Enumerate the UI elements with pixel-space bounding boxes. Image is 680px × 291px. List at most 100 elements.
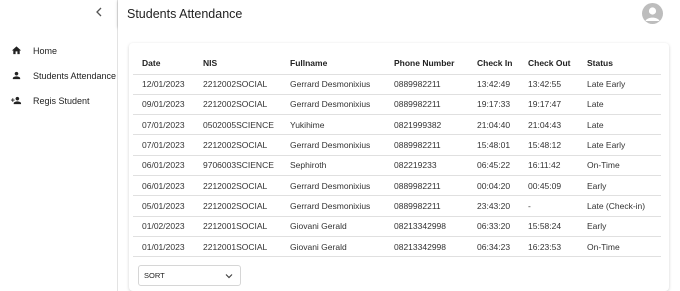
cell-phone-number: 0821999382 <box>385 114 468 136</box>
col-header-status: Status <box>578 53 661 75</box>
cell-status: On-Time <box>578 155 661 176</box>
cell-check-out: 19:17:47 <box>519 94 578 116</box>
cell-date: 07/01/2023 <box>133 134 194 156</box>
cell-fullname: Sephiroth <box>281 155 385 176</box>
table-row: 01/02/2023 2212001SOCIAL Giovani Gerald 082… <box>133 216 661 237</box>
cell-date: 06/01/2023 <box>133 175 194 197</box>
table-row: 06/01/2023 9706003SCIENCE Sephiroth 0822192… <box>133 155 661 176</box>
cell-check-in: 00:04:20 <box>468 175 519 197</box>
col-header-phone-number: Phone Number <box>385 53 468 75</box>
cell-fullname: Gerrard Desmonixius <box>281 195 385 217</box>
sort-select[interactable]: SORT <box>138 265 241 286</box>
table-row: 05/01/2023 2212002SOCIAL Gerrard Desmonixi… <box>133 195 661 217</box>
cell-nis: 0502005SCIENCE <box>194 114 281 136</box>
cell-check-in: 15:48:01 <box>468 134 519 156</box>
attendance-card: Date NIS Fullname Phone Number Check In … <box>129 43 669 291</box>
person-icon <box>9 69 23 83</box>
person-add-icon <box>9 94 23 108</box>
sidebar-item-regis-student[interactable]: Regis Student <box>0 88 117 113</box>
cell-check-in: 06:33:20 <box>468 216 519 237</box>
cell-check-out: 15:48:12 <box>519 134 578 156</box>
col-header-nis: NIS <box>194 53 281 75</box>
cell-fullname: Gerrard Desmonixius <box>281 74 385 95</box>
cell-status: Late (Check-in) <box>578 195 661 217</box>
cell-check-out: 15:58:24 <box>519 216 578 237</box>
cell-status: Late Early <box>578 74 661 95</box>
account-icon <box>645 7 660 21</box>
cell-check-in: 06:34:23 <box>468 236 519 258</box>
table-row: 12/01/2023 2212002SOCIAL Gerrard Desmonixi… <box>133 74 661 95</box>
cell-phone-number: 08213342998 <box>385 216 468 237</box>
table-row: 01/01/2023 2212001SOCIAL Giovani Gerald 082… <box>133 236 661 258</box>
cell-date: 05/01/2023 <box>133 195 194 217</box>
cell-nis: 2212002SOCIAL <box>194 74 281 95</box>
home-icon <box>9 44 23 58</box>
attendance-table: Date NIS Fullname Phone Number Check In … <box>133 53 661 258</box>
cell-date: 07/01/2023 <box>133 114 194 136</box>
cell-check-out: 21:04:43 <box>519 114 578 136</box>
page-title: Students Attendance <box>127 6 243 21</box>
cell-fullname: Gerrard Desmonixius <box>281 175 385 197</box>
avatar[interactable] <box>642 3 663 24</box>
cell-date: 01/01/2023 <box>133 236 194 258</box>
sidebar-item-label: Home <box>33 45 58 56</box>
cell-check-out: 13:42:55 <box>519 74 578 95</box>
cell-date: 12/01/2023 <box>133 74 194 95</box>
table-row: 09/01/2023 2212002SOCIAL Gerrard Desmonixi… <box>133 94 661 116</box>
cell-check-out: 16:11:42 <box>519 155 578 176</box>
cell-status: Early <box>578 216 661 237</box>
cell-nis: 2212002SOCIAL <box>194 94 281 116</box>
cell-check-in: 19:17:33 <box>468 94 519 116</box>
cell-date: 01/02/2023 <box>133 216 194 237</box>
cell-check-in: 06:45:22 <box>468 155 519 176</box>
cell-check-in: 21:04:40 <box>468 114 519 136</box>
cell-fullname: Yukihime <box>281 114 385 136</box>
col-header-check-in: Check In <box>468 53 519 75</box>
col-header-check-out: Check Out <box>519 53 578 75</box>
cell-nis: 2212002SOCIAL <box>194 134 281 156</box>
cell-date: 06/01/2023 <box>133 155 194 176</box>
sidebar-item-label: Students Attendance <box>33 70 117 81</box>
cell-nis: 2212002SOCIAL <box>194 175 281 197</box>
cell-phone-number: 0889982211 <box>385 195 468 217</box>
cell-fullname: Gerrard Desmonixius <box>281 94 385 116</box>
cell-check-in: 13:42:49 <box>468 74 519 95</box>
sidebar-top <box>0 0 117 26</box>
cell-nis: 2212002SOCIAL <box>194 195 281 217</box>
chevron-down-icon <box>225 274 233 279</box>
col-header-date: Date <box>133 53 194 75</box>
collapse-sidebar-button[interactable] <box>91 4 107 20</box>
cell-check-out: - <box>519 195 578 217</box>
cell-nis: 9706003SCIENCE <box>194 155 281 176</box>
table-row: 06/01/2023 2212002SOCIAL Gerrard Desmonixi… <box>133 175 661 197</box>
cell-status: Late <box>578 114 661 136</box>
cell-nis: 2212001SOCIAL <box>194 216 281 237</box>
cell-phone-number: 0889982211 <box>385 175 468 197</box>
sidebar-item-students-attendance[interactable]: Students Attendance <box>0 63 117 88</box>
cell-fullname: Gerrard Desmonixius <box>281 134 385 156</box>
cell-status: Late Early <box>578 134 661 156</box>
cell-check-out: 00:45:09 <box>519 175 578 197</box>
cell-status: On-Time <box>578 236 661 258</box>
chevron-left-icon <box>96 7 102 17</box>
cell-phone-number: 0889982211 <box>385 94 468 116</box>
sidebar-item-home[interactable]: Home <box>0 38 117 63</box>
cell-phone-number: 0889982211 <box>385 134 468 156</box>
table-header-row: Date NIS Fullname Phone Number Check In … <box>133 53 661 75</box>
cell-nis: 2212001SOCIAL <box>194 236 281 258</box>
cell-fullname: Giovani Gerald <box>281 236 385 258</box>
cell-check-out: 16:23:53 <box>519 236 578 258</box>
sidebar: Home Students Attendance Regis Student <box>0 0 118 291</box>
sort-label: SORT <box>144 271 165 280</box>
table-row: 07/01/2023 0502005SCIENCE Yukihime 08219993… <box>133 114 661 136</box>
cell-check-in: 23:43:20 <box>468 195 519 217</box>
cell-date: 09/01/2023 <box>133 94 194 116</box>
table-body: 12/01/2023 2212002SOCIAL Gerrard Desmonixi… <box>133 74 661 258</box>
cell-phone-number: 08213342998 <box>385 236 468 258</box>
cell-status: Late <box>578 94 661 116</box>
cell-fullname: Giovani Gerald <box>281 216 385 237</box>
top-app-bar: Students Attendance <box>118 0 680 27</box>
sidebar-item-label: Regis Student <box>33 95 90 106</box>
table-row: 07/01/2023 2212002SOCIAL Gerrard Desmonixi… <box>133 134 661 156</box>
col-header-fullname: Fullname <box>281 53 385 75</box>
